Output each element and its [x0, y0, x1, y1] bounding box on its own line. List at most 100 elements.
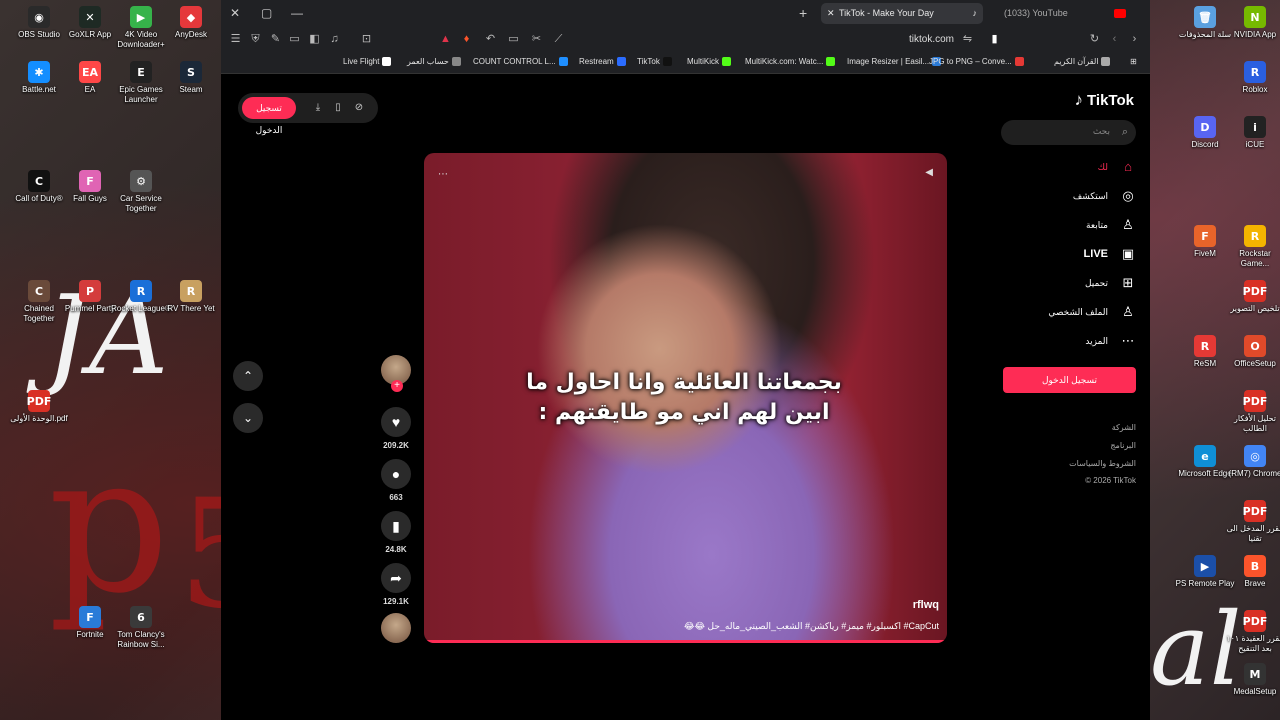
tab-tiktok[interactable]: ✕ TikTok - Make Your Day ♪: [821, 3, 983, 24]
desktop-icon[interactable]: N NVIDIA App: [1224, 6, 1280, 40]
sidebar-item-live[interactable]: LIVE ▣: [1084, 246, 1136, 262]
maximize-icon[interactable]: ▢: [261, 5, 272, 21]
desktop-icon[interactable]: PDF تلخيص التصوير: [1224, 280, 1280, 314]
desktop-icon[interactable]: ◎ (RM7) Chrome: [1224, 445, 1280, 479]
sidebar-login-button[interactable]: تسجيل الدخول: [1003, 367, 1136, 393]
video-player[interactable]: ⋯ ◀ بجمعاتنا العائلية وانا احاول ما ابين…: [424, 153, 947, 643]
music-icon[interactable]: ♫: [328, 33, 341, 46]
bookmark-label: MultiKick: [687, 57, 720, 66]
music-disc-avatar[interactable]: [381, 613, 411, 643]
undo-icon[interactable]: ↶: [484, 33, 497, 46]
sidebar-item-upload[interactable]: تحميل ⊞: [1085, 275, 1136, 291]
desktop-icon[interactable]: PDF الوحدة الأولى.pdf: [8, 390, 70, 424]
desktop-icon[interactable]: M MedalSetup: [1224, 663, 1280, 697]
follow-plus-icon[interactable]: +: [391, 380, 403, 392]
video-author[interactable]: rflwq: [913, 599, 939, 611]
sidebar-item-compass[interactable]: استكشف ◎: [1073, 188, 1136, 204]
desktop-icon[interactable]: B Brave: [1224, 555, 1280, 589]
shield-icon[interactable]: ⛨: [249, 33, 262, 46]
sidebar-item-following[interactable]: متابعة ♙: [1086, 217, 1136, 233]
forward-icon[interactable]: ›: [1128, 33, 1141, 46]
desktop-icon[interactable]: PDF مقرر العقيدة ١٠١ بعد التنقيح: [1224, 610, 1280, 653]
desktop-icon[interactable]: R Rockstar Game...: [1224, 225, 1280, 268]
bookmark-item[interactable]: TikTok: [637, 57, 672, 66]
bookmark-save-icon[interactable]: ▮: [381, 511, 411, 541]
desktop-icon[interactable]: S Steam: [160, 61, 222, 95]
brave-rewards-icon[interactable]: ▲: [439, 33, 452, 46]
bookmark-item[interactable]: حساب العمر: [407, 57, 461, 66]
video-more-icon[interactable]: ⋯: [438, 169, 448, 180]
desktop-icon[interactable]: PDF تحليل الأفكار الطالب: [1224, 390, 1280, 433]
sidebar-item-profile[interactable]: الملف الشخصي ♙: [1048, 304, 1136, 320]
volume-icon[interactable]: ◀: [925, 167, 933, 178]
search-box[interactable]: بحث ⌕: [1001, 120, 1136, 145]
minimize-icon[interactable]: —: [291, 5, 303, 21]
app-icon: F: [79, 170, 101, 192]
footer-program[interactable]: البرنامج: [1110, 441, 1136, 450]
screen-icon[interactable]: ▭: [507, 33, 520, 46]
desktop-icon[interactable]: R Roblox: [1224, 61, 1280, 95]
tab-close-icon[interactable]: ✕: [827, 3, 835, 24]
back-icon[interactable]: ‹: [1108, 33, 1121, 46]
bookmark-label: Image Resizer | Easil...: [847, 57, 930, 66]
video-description[interactable]: CapCut# اكسبلور# ميمز# رياكشن# الشعب_الص…: [684, 621, 939, 632]
screenshot-icon[interactable]: ⊡: [360, 33, 373, 46]
comment-icon[interactable]: ●: [381, 459, 411, 489]
bookmark-item[interactable]: Live Flight: [343, 57, 392, 66]
sidebar-item-home[interactable]: لك ⌂: [1098, 159, 1136, 175]
footer-terms[interactable]: الشروط والسياسات: [1069, 459, 1136, 468]
footer-company[interactable]: الشركة: [1112, 423, 1136, 432]
desktop-icon[interactable]: ◆ AnyDesk: [160, 6, 222, 40]
desktop-icon[interactable]: R RV There Yet: [160, 280, 222, 314]
bookmark-icon[interactable]: ▮: [988, 33, 1001, 46]
next-video-button[interactable]: ⌄: [233, 403, 263, 433]
site-settings-icon[interactable]: ⇋: [961, 33, 974, 46]
tabs-icon[interactable]: ▭: [288, 33, 301, 46]
tools-icon[interactable]: ⟋: [552, 33, 565, 46]
bookmark-item[interactable]: JPG to PNG – Conve...: [929, 57, 1024, 66]
share-icon[interactable]: ➦: [381, 563, 411, 593]
bookmark-item[interactable]: MultiKick: [687, 57, 732, 66]
bookmark-label: Restream: [579, 57, 614, 66]
tab-youtube[interactable]: (1033) YouTube: [986, 3, 1136, 24]
comment-action[interactable]: ● 663: [379, 459, 413, 502]
bookmark-favicon-icon: [826, 57, 836, 66]
like-action[interactable]: ♥ 209.2K: [379, 407, 413, 450]
pin-icon[interactable]: ✎: [269, 33, 282, 46]
bookmarks-menu-icon[interactable]: ⊞: [1130, 57, 1137, 66]
desktop-icon[interactable]: 6 Tom Clancy's Rainbow Si...: [110, 606, 172, 649]
tiktok-logo[interactable]: ♪ TikTok: [1075, 90, 1134, 110]
search-icon[interactable]: ⌕: [1122, 126, 1128, 139]
download-icon[interactable]: ⤓: [311, 101, 325, 115]
menu-icon[interactable]: ☰: [229, 33, 242, 46]
bookmark-label: القرآن الكريم: [1054, 57, 1099, 66]
share-action[interactable]: ➦ 129.1K: [379, 563, 413, 606]
bookmark-item[interactable]: القرآن الكريم: [1054, 57, 1111, 66]
close-window-icon[interactable]: ✕: [230, 5, 240, 21]
bookmark-item[interactable]: Restream: [579, 57, 626, 66]
desktop-icon[interactable]: PDF مقرر المدخل الى تقنيا: [1224, 500, 1280, 543]
translate-icon[interactable]: ✂: [530, 33, 543, 46]
address-bar[interactable]: tiktok.com: [909, 34, 954, 45]
compass-small-icon[interactable]: ⊘: [352, 101, 366, 115]
video-progress-bar[interactable]: [424, 640, 947, 643]
desktop-icon[interactable]: O OfficeSetup: [1224, 335, 1280, 369]
save-action[interactable]: ▮ 24.8K: [379, 511, 413, 554]
app-icon: ▶: [1194, 555, 1216, 577]
previous-video-button[interactable]: ⌃: [233, 361, 263, 391]
app-icon: i: [1244, 116, 1266, 138]
sidebar-item-more[interactable]: المزيد ⋯: [1085, 333, 1136, 349]
new-tab-icon[interactable]: +: [799, 5, 807, 21]
phone-icon[interactable]: ▯: [331, 101, 345, 115]
bookmark-item[interactable]: Image Resizer | Easil...: [847, 57, 942, 66]
brave-shield-icon[interactable]: ♦: [460, 33, 473, 46]
header-login-button[interactable]: تسجيل الدخول: [242, 97, 296, 135]
bookmark-item[interactable]: MultiKick.com: Watc...: [745, 57, 836, 66]
bookmark-item[interactable]: COUNT CONTROL L...: [473, 57, 568, 66]
desktop-icon[interactable]: i iCUE: [1224, 116, 1280, 150]
reload-icon[interactable]: ↻: [1088, 33, 1101, 46]
footer-copyright: © 2026 TikTok: [1085, 476, 1136, 485]
sidebar-icon[interactable]: ◧: [308, 33, 321, 46]
desktop-icon[interactable]: ⚙ Car Service Together: [110, 170, 172, 213]
heart-icon[interactable]: ♥: [381, 407, 411, 437]
